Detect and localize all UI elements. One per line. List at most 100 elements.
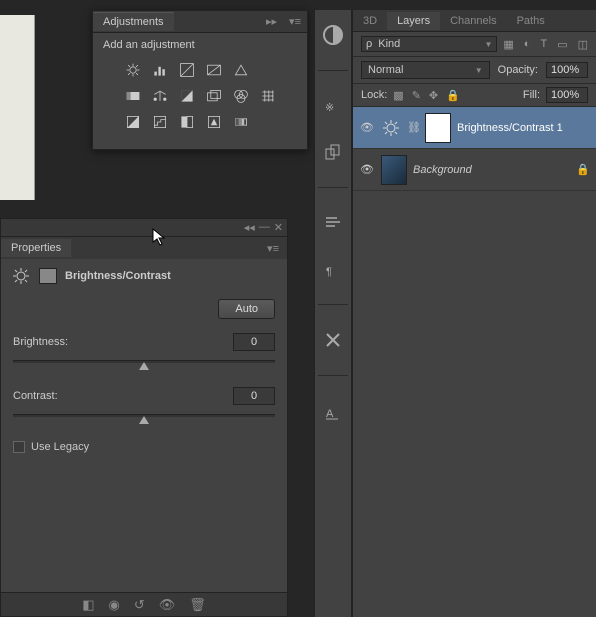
clip-to-layer-icon[interactable]: ◧ xyxy=(82,597,94,613)
legacy-row[interactable]: Use Legacy xyxy=(13,441,275,453)
layer-thumb[interactable] xyxy=(381,155,407,185)
svg-text:¶: ¶ xyxy=(326,266,332,278)
adjustment-thumb-icon[interactable] xyxy=(381,119,401,137)
exposure-icon[interactable] xyxy=(204,61,224,79)
contrast-group: Contrast: xyxy=(13,387,275,425)
lock-position-icon[interactable]: ✥ xyxy=(429,89,438,102)
filter-shape-icon[interactable]: ▭ xyxy=(557,38,567,51)
minimize-icon[interactable]: — xyxy=(259,221,270,234)
mask-thumb[interactable] xyxy=(425,113,451,143)
layers-filter-row: ρ Kind ▼ ▦ ◐ T ▭ ◫ xyxy=(353,32,596,57)
black-white-icon[interactable] xyxy=(177,87,197,105)
tool-presets-icon[interactable] xyxy=(321,329,345,351)
selective-color-icon[interactable] xyxy=(204,113,224,131)
brightness-slider[interactable] xyxy=(13,357,275,371)
brightness-group: Brightness: xyxy=(13,333,275,371)
blend-row: Normal ▼ Opacity: 100% xyxy=(353,57,596,84)
lock-label: Lock: xyxy=(361,89,387,101)
layer-name[interactable]: Background xyxy=(413,164,570,176)
posterize-icon[interactable] xyxy=(150,113,170,131)
brush-presets-icon[interactable]: ※ xyxy=(321,95,345,117)
lock-all-icon[interactable]: 🔒 xyxy=(446,89,460,102)
visibility-toggle-icon[interactable]: 👁 xyxy=(159,597,176,613)
search-icon: ρ xyxy=(366,38,372,50)
auto-button[interactable]: Auto xyxy=(218,299,275,319)
gradient-map-icon[interactable] xyxy=(231,113,251,131)
blend-mode-select[interactable]: Normal ▼ xyxy=(361,61,490,79)
properties-drag-bar[interactable]: ◂◂ — ✕ xyxy=(1,219,287,237)
collapse-left-icon[interactable]: ◂◂ xyxy=(244,221,255,234)
contrast-slider[interactable] xyxy=(13,411,275,425)
properties-menu-icon[interactable]: ▾≡ xyxy=(259,242,287,255)
collapsed-panel-strip: ※ ¶ A xyxy=(314,10,352,617)
lock-paint-icon[interactable]: ✎ xyxy=(412,89,421,102)
properties-panel: ◂◂ — ✕ Properties ▾≡ Brightness/Contrast… xyxy=(0,218,288,617)
adjustments-panel: Adjustments ▸▸ ▾≡ Add an adjustment xyxy=(92,10,308,150)
lock-icon[interactable]: 🔒 xyxy=(576,163,590,176)
delete-icon[interactable]: 🗑 xyxy=(189,597,206,613)
layer-item-adjustment[interactable]: 👁 ⛓ Brightness/Contrast 1 xyxy=(353,107,596,149)
layers-tabbar: 3D Layers Channels Paths xyxy=(353,10,596,32)
paragraph-icon[interactable] xyxy=(321,212,345,234)
visibility-icon[interactable]: 👁 xyxy=(359,163,375,176)
filter-type-icon[interactable]: T xyxy=(540,38,547,51)
channel-mixer-icon[interactable] xyxy=(231,87,251,105)
tab-layers[interactable]: Layers xyxy=(387,12,440,30)
filter-adjustment-icon[interactable]: ◐ xyxy=(524,38,531,51)
properties-footer: ◧ ◉ ↺ 👁 🗑 xyxy=(1,592,287,616)
brightness-contrast-icon[interactable] xyxy=(123,61,143,79)
vibrance-icon[interactable] xyxy=(231,61,251,79)
opacity-label: Opacity: xyxy=(498,64,538,76)
character-icon[interactable]: A xyxy=(321,400,345,422)
document-canvas[interactable] xyxy=(0,15,35,200)
filter-pixel-icon[interactable]: ▦ xyxy=(503,38,513,51)
threshold-icon[interactable] xyxy=(177,113,197,131)
collapse-icon[interactable]: ▸▸ xyxy=(260,15,283,28)
filter-smart-icon[interactable]: ◫ xyxy=(578,38,588,51)
color-balance-icon[interactable] xyxy=(150,87,170,105)
brightness-input[interactable] xyxy=(233,333,275,351)
fill-input[interactable]: 100% xyxy=(546,87,588,103)
adjustments-header: Add an adjustment xyxy=(93,33,307,57)
reset-icon[interactable]: ↺ xyxy=(134,597,145,613)
panel-menu-icon[interactable]: ▾≡ xyxy=(283,15,307,28)
layer-name[interactable]: Brightness/Contrast 1 xyxy=(457,122,590,134)
brightness-icon[interactable] xyxy=(11,267,31,285)
pilcrow-icon[interactable]: ¶ xyxy=(321,258,345,280)
view-previous-icon[interactable]: ◉ xyxy=(109,597,120,613)
slider-thumb-icon[interactable] xyxy=(139,416,149,424)
link-icon[interactable]: ⛓ xyxy=(407,121,419,134)
opacity-input[interactable]: 100% xyxy=(546,62,588,78)
adjustments-tabbar: Adjustments ▸▸ ▾≡ xyxy=(93,11,307,33)
clone-source-icon[interactable] xyxy=(321,141,345,163)
color-swatch-icon[interactable] xyxy=(321,24,345,46)
chevron-down-icon: ▼ xyxy=(475,66,483,75)
lock-row: Lock: ▩ ✎ ✥ 🔒 Fill: 100% xyxy=(353,84,596,107)
brightness-label: Brightness: xyxy=(13,336,68,348)
properties-type-row: Brightness/Contrast xyxy=(1,259,287,293)
tab-3d[interactable]: 3D xyxy=(353,12,387,30)
invert-icon[interactable] xyxy=(123,113,143,131)
tab-paths[interactable]: Paths xyxy=(507,12,555,30)
legacy-checkbox[interactable] xyxy=(13,441,25,453)
lock-transparency-icon[interactable]: ▩ xyxy=(393,89,403,102)
properties-tab[interactable]: Properties xyxy=(1,239,71,257)
photo-filter-icon[interactable] xyxy=(204,87,224,105)
layer-item-background[interactable]: 👁 Background 🔒 xyxy=(353,149,596,191)
tab-channels[interactable]: Channels xyxy=(440,12,506,30)
contrast-input[interactable] xyxy=(233,387,275,405)
slider-thumb-icon[interactable] xyxy=(139,362,149,370)
legacy-label: Use Legacy xyxy=(31,441,89,453)
adjustments-tab[interactable]: Adjustments xyxy=(93,12,174,31)
mask-thumb-icon[interactable] xyxy=(39,268,57,284)
close-icon[interactable]: ✕ xyxy=(274,221,283,234)
curves-icon[interactable] xyxy=(177,61,197,79)
layers-panel: 3D Layers Channels Paths ρ Kind ▼ ▦ ◐ T … xyxy=(352,10,596,617)
hue-saturation-icon[interactable] xyxy=(123,87,143,105)
levels-icon[interactable] xyxy=(150,61,170,79)
mouse-cursor xyxy=(152,228,166,246)
color-lookup-icon[interactable] xyxy=(258,87,278,105)
fill-label: Fill: xyxy=(523,89,540,101)
visibility-icon[interactable]: 👁 xyxy=(359,121,375,134)
filter-kind-select[interactable]: ρ Kind ▼ xyxy=(361,36,497,52)
